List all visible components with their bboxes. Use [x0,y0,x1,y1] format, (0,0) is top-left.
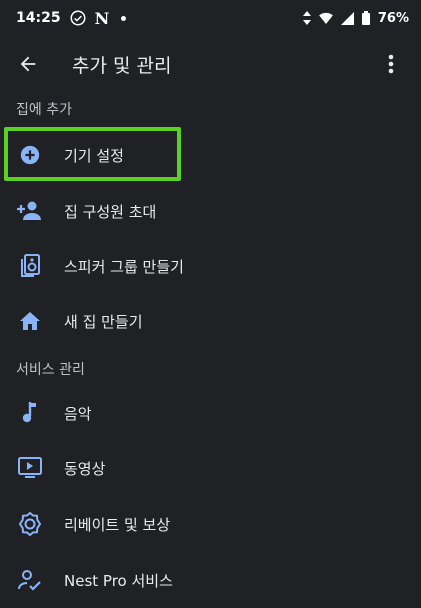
menu-item-speaker-group[interactable]: 스피커 그룹 만들기 [0,238,421,294]
app-bar: 추가 및 관리 [0,36,421,92]
badge-icon [0,512,60,536]
arrow-back-icon [17,53,39,75]
data-arrows-icon [302,11,311,25]
menu-item-device-setup[interactable]: 기기 설정 [0,127,421,183]
home-icon [0,311,60,331]
menu-item-invite-member[interactable]: 집 구성원 초대 [0,183,421,239]
menu-item-label: 리베이트 및 보상 [64,515,171,534]
status-left: 14:25 N [16,8,127,28]
menu-item-label: 기기 설정 [64,146,124,165]
menu-item-music[interactable]: 음악 [0,385,421,441]
back-button[interactable] [0,36,56,92]
more-options-button[interactable] [371,44,411,84]
section-header-add-to-home: 집에 추가 [16,102,72,118]
menu-item-label: 동영상 [64,459,106,478]
menu-item-label: 집 구성원 초대 [64,202,157,221]
menu-item-label: 새 집 만들기 [64,312,143,331]
check-circle-icon [69,9,87,27]
status-right: 76% [302,10,409,26]
status-time: 14:25 [16,10,61,26]
status-bar: 14:25 N 76% [0,0,421,36]
more-vert-icon [388,54,394,74]
menu-item-label: Nest Pro 서비스 [64,571,173,590]
battery-percent: 76% [377,10,409,26]
menu-item-video[interactable]: 동영상 [0,440,421,496]
menu-item-new-home[interactable]: 새 집 만들기 [0,293,421,349]
notification-dot-icon [121,15,127,21]
ondemand-video-icon [0,457,60,479]
section-header-manage-services: 서비스 관리 [16,362,85,378]
netflix-n-icon: N [94,8,110,28]
page-title: 추가 및 관리 [72,54,172,77]
wifi-icon [319,12,333,24]
person-add-icon [0,200,60,222]
battery-icon [361,11,370,25]
menu-item-rebates[interactable]: 리베이트 및 보상 [0,496,421,552]
cell-signal-icon [340,11,354,25]
menu-item-label: 스피커 그룹 만들기 [64,257,184,276]
music-note-icon [0,402,60,424]
menu-item-label: 음악 [64,404,92,423]
speaker-group-icon [0,254,60,278]
add-circle-icon [0,144,60,166]
person-check-icon [0,569,60,591]
